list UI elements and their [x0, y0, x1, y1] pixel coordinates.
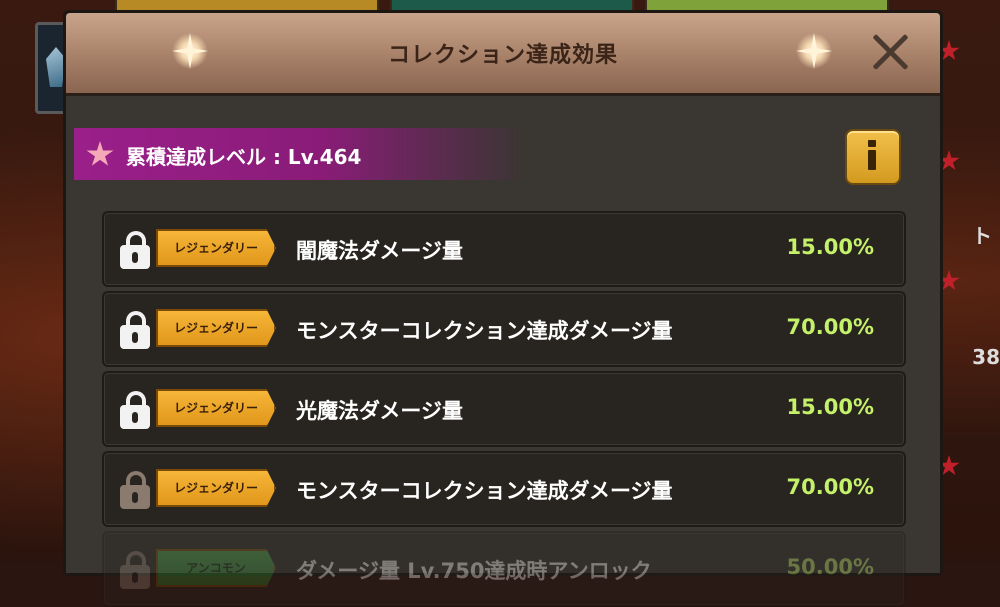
effect-value: 15.00% [786, 235, 874, 259]
effect-row: レジェンダリー 闇魔法ダメージ量 15.00% [102, 211, 906, 287]
cumulative-level-label: 累積達成レベル : Lv.464 [126, 145, 362, 169]
effect-name: モンスターコレクション達成ダメージ量 [296, 479, 673, 503]
effect-value: 15.00% [786, 395, 874, 419]
cumulative-level-banner: 累積達成レベル : Lv.464 [74, 128, 524, 180]
effect-value: 70.00% [786, 475, 874, 499]
lock-icon [120, 311, 150, 351]
effect-name: 闇魔法ダメージ量 [296, 239, 463, 263]
rarity-badge: アンコモン [156, 549, 276, 587]
unlock-icon [120, 471, 150, 511]
effect-name: 光魔法ダメージ量 [296, 399, 463, 423]
sparkle-icon [796, 33, 832, 69]
star-icon [86, 141, 114, 166]
modal-header: コレクション達成効果 [66, 13, 940, 96]
effect-row: レジェンダリー 光魔法ダメージ量 15.00% [102, 371, 906, 447]
effect-name: ダメージ量 Lv.750達成時アンロック [296, 559, 652, 583]
effect-row: レジェンダリー モンスターコレクション達成ダメージ量 70.00% [102, 451, 906, 527]
modal-body: 累積達成レベル : Lv.464 レジェンダリー 闇魔法ダメージ量 15.00%… [66, 96, 940, 607]
close-button[interactable] [866, 27, 916, 77]
effect-row-locked: アンコモン ダメージ量 Lv.750達成時アンロック 50.00% [102, 531, 906, 607]
rarity-badge: レジェンダリー [156, 309, 276, 347]
rarity-badge: レジェンダリー [156, 229, 276, 267]
info-icon [865, 140, 879, 170]
rarity-badge: レジェンダリー [156, 389, 276, 427]
effect-value: 50.00% [786, 555, 874, 579]
effect-value: 70.00% [786, 315, 874, 339]
collection-effects-modal: コレクション達成効果 累積達成レベル : Lv.464 レジェンダリー 闇魔法ダ… [63, 10, 943, 607]
lock-icon [120, 231, 150, 271]
bg-side-count: 38 [972, 345, 1000, 369]
lock-icon [120, 391, 150, 431]
rarity-badge: レジェンダリー [156, 469, 276, 507]
effect-row: レジェンダリー モンスターコレクション達成ダメージ量 70.00% [102, 291, 906, 367]
info-button[interactable] [845, 129, 901, 185]
bg-side-text: ト [972, 224, 992, 248]
lock-icon [120, 551, 150, 591]
effect-name: モンスターコレクション達成ダメージ量 [296, 319, 673, 343]
